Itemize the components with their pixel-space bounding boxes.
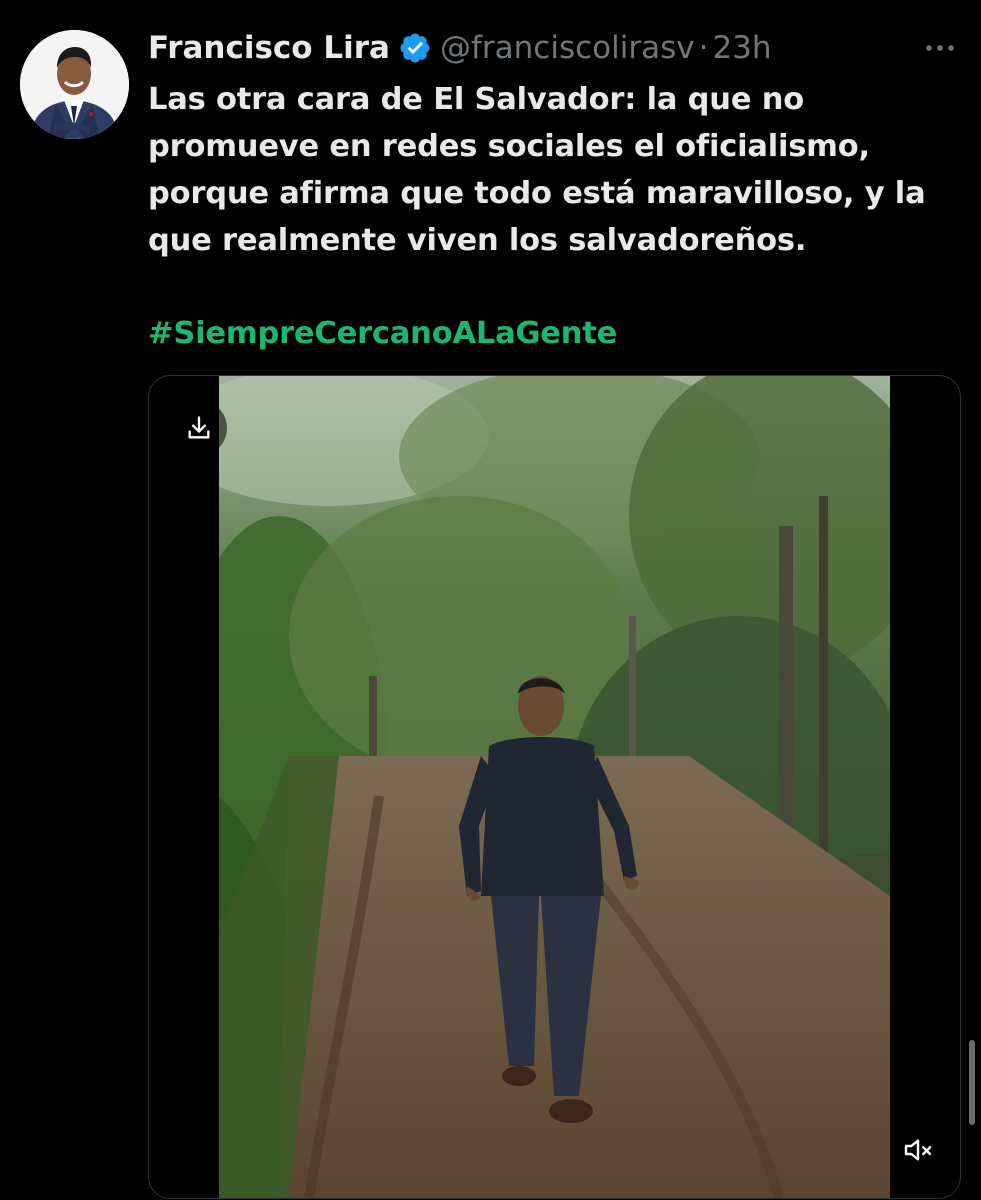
- more-options-icon[interactable]: [923, 36, 957, 60]
- display-name[interactable]: Francisco Lira: [148, 26, 390, 70]
- avatar-photo: [20, 30, 129, 139]
- scrollbar-thumb[interactable]: [969, 1040, 975, 1125]
- volume-muted-icon[interactable]: [898, 1130, 938, 1170]
- hashtag-link[interactable]: #SiempreCercanoALaGente: [148, 310, 617, 357]
- video-player[interactable]: [169, 376, 929, 1198]
- separator-dot: ·: [698, 30, 709, 66]
- video-card[interactable]: [148, 375, 961, 1199]
- user-handle[interactable]: @franciscolirasv: [440, 26, 695, 70]
- tweet-header: Francisco Lira @franciscolirasv · 23h: [148, 26, 772, 70]
- verified-badge-icon: [398, 31, 432, 65]
- tweet-body: Las otra cara de El Salvador: la que no …: [148, 82, 926, 258]
- video-frame-image: [169, 376, 929, 1198]
- avatar[interactable]: [20, 30, 129, 139]
- timestamp[interactable]: 23h: [712, 26, 771, 70]
- tweet-text: Las otra cara de El Salvador: la que no …: [148, 76, 958, 264]
- download-icon[interactable]: [171, 400, 227, 456]
